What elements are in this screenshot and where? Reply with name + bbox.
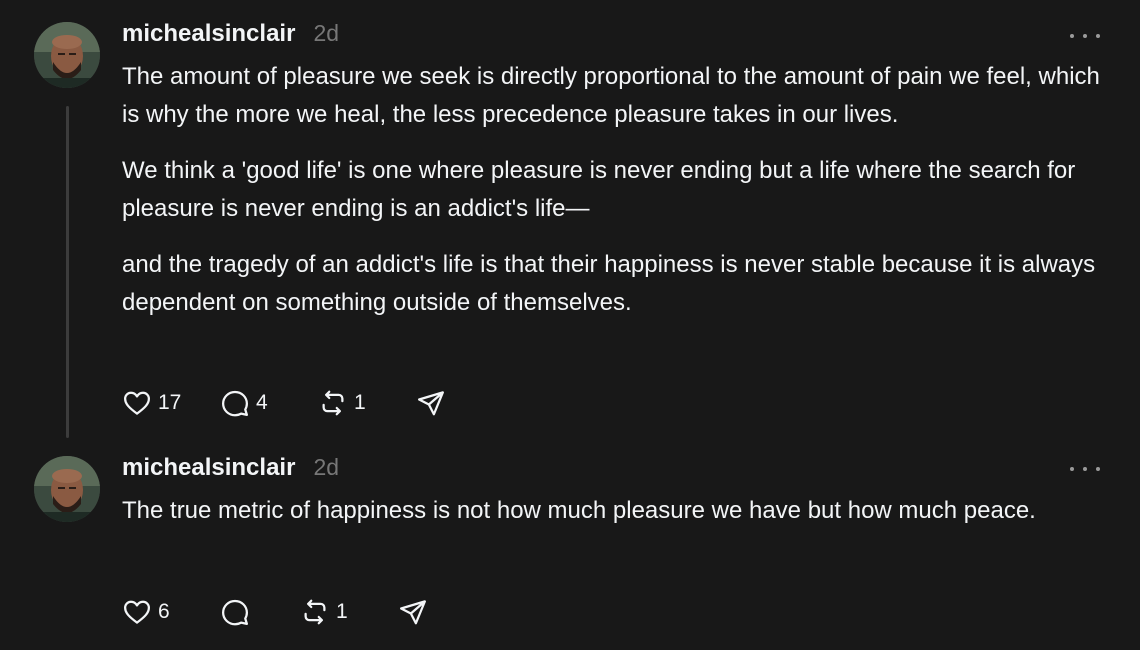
thread-line (66, 106, 69, 438)
repost-button[interactable]: 1 (300, 597, 398, 627)
heart-icon (124, 391, 150, 415)
like-button[interactable]: 17 (122, 388, 220, 418)
post-body: The true metric of happiness is not how … (122, 492, 1107, 548)
avatar[interactable] (34, 22, 100, 88)
post-header: michealsinclair 2d (122, 454, 339, 482)
more-icon[interactable] (1070, 29, 1100, 43)
timestamp[interactable]: 2d (313, 454, 339, 481)
repost-button[interactable]: 1 (318, 388, 416, 418)
comment-icon (222, 599, 248, 626)
post-actions: 6 1 (122, 595, 428, 629)
reply-button[interactable] (220, 597, 300, 627)
username[interactable]: michealsinclair (122, 454, 295, 482)
post-body: The amount of pleasure we seek is direct… (122, 58, 1107, 340)
repost-count: 1 (354, 391, 366, 414)
repost-icon (322, 390, 344, 416)
avatar-image (34, 22, 100, 88)
share-icon (400, 600, 426, 625)
post-actions: 17 4 1 (122, 386, 446, 420)
like-count: 6 (158, 600, 170, 623)
post-paragraph: We think a 'good life' is one where plea… (122, 157, 1076, 222)
share-icon (418, 391, 444, 416)
thread-feed: michealsinclair 2d The amount of pleasur… (0, 0, 1140, 650)
reply-button[interactable]: 4 (220, 388, 318, 418)
username[interactable]: michealsinclair (122, 20, 295, 48)
more-icon[interactable] (1070, 462, 1100, 476)
comment-icon (222, 390, 248, 417)
share-button[interactable] (398, 597, 428, 627)
like-button[interactable]: 6 (122, 597, 220, 627)
reply-count: 4 (256, 391, 268, 414)
avatar[interactable] (34, 456, 100, 522)
share-button[interactable] (416, 388, 446, 418)
post-header: michealsinclair 2d (122, 20, 339, 48)
repost-icon (304, 599, 326, 625)
like-count: 17 (158, 391, 182, 414)
post-paragraph: The true metric of happiness is not how … (122, 497, 1036, 524)
timestamp[interactable]: 2d (313, 20, 339, 47)
post-paragraph: The amount of pleasure we seek is direct… (122, 63, 1100, 128)
heart-icon (124, 600, 150, 624)
post-paragraph: and the tragedy of an addict's life is t… (122, 251, 1096, 316)
repost-count: 1 (336, 600, 348, 623)
avatar-image (34, 456, 100, 522)
